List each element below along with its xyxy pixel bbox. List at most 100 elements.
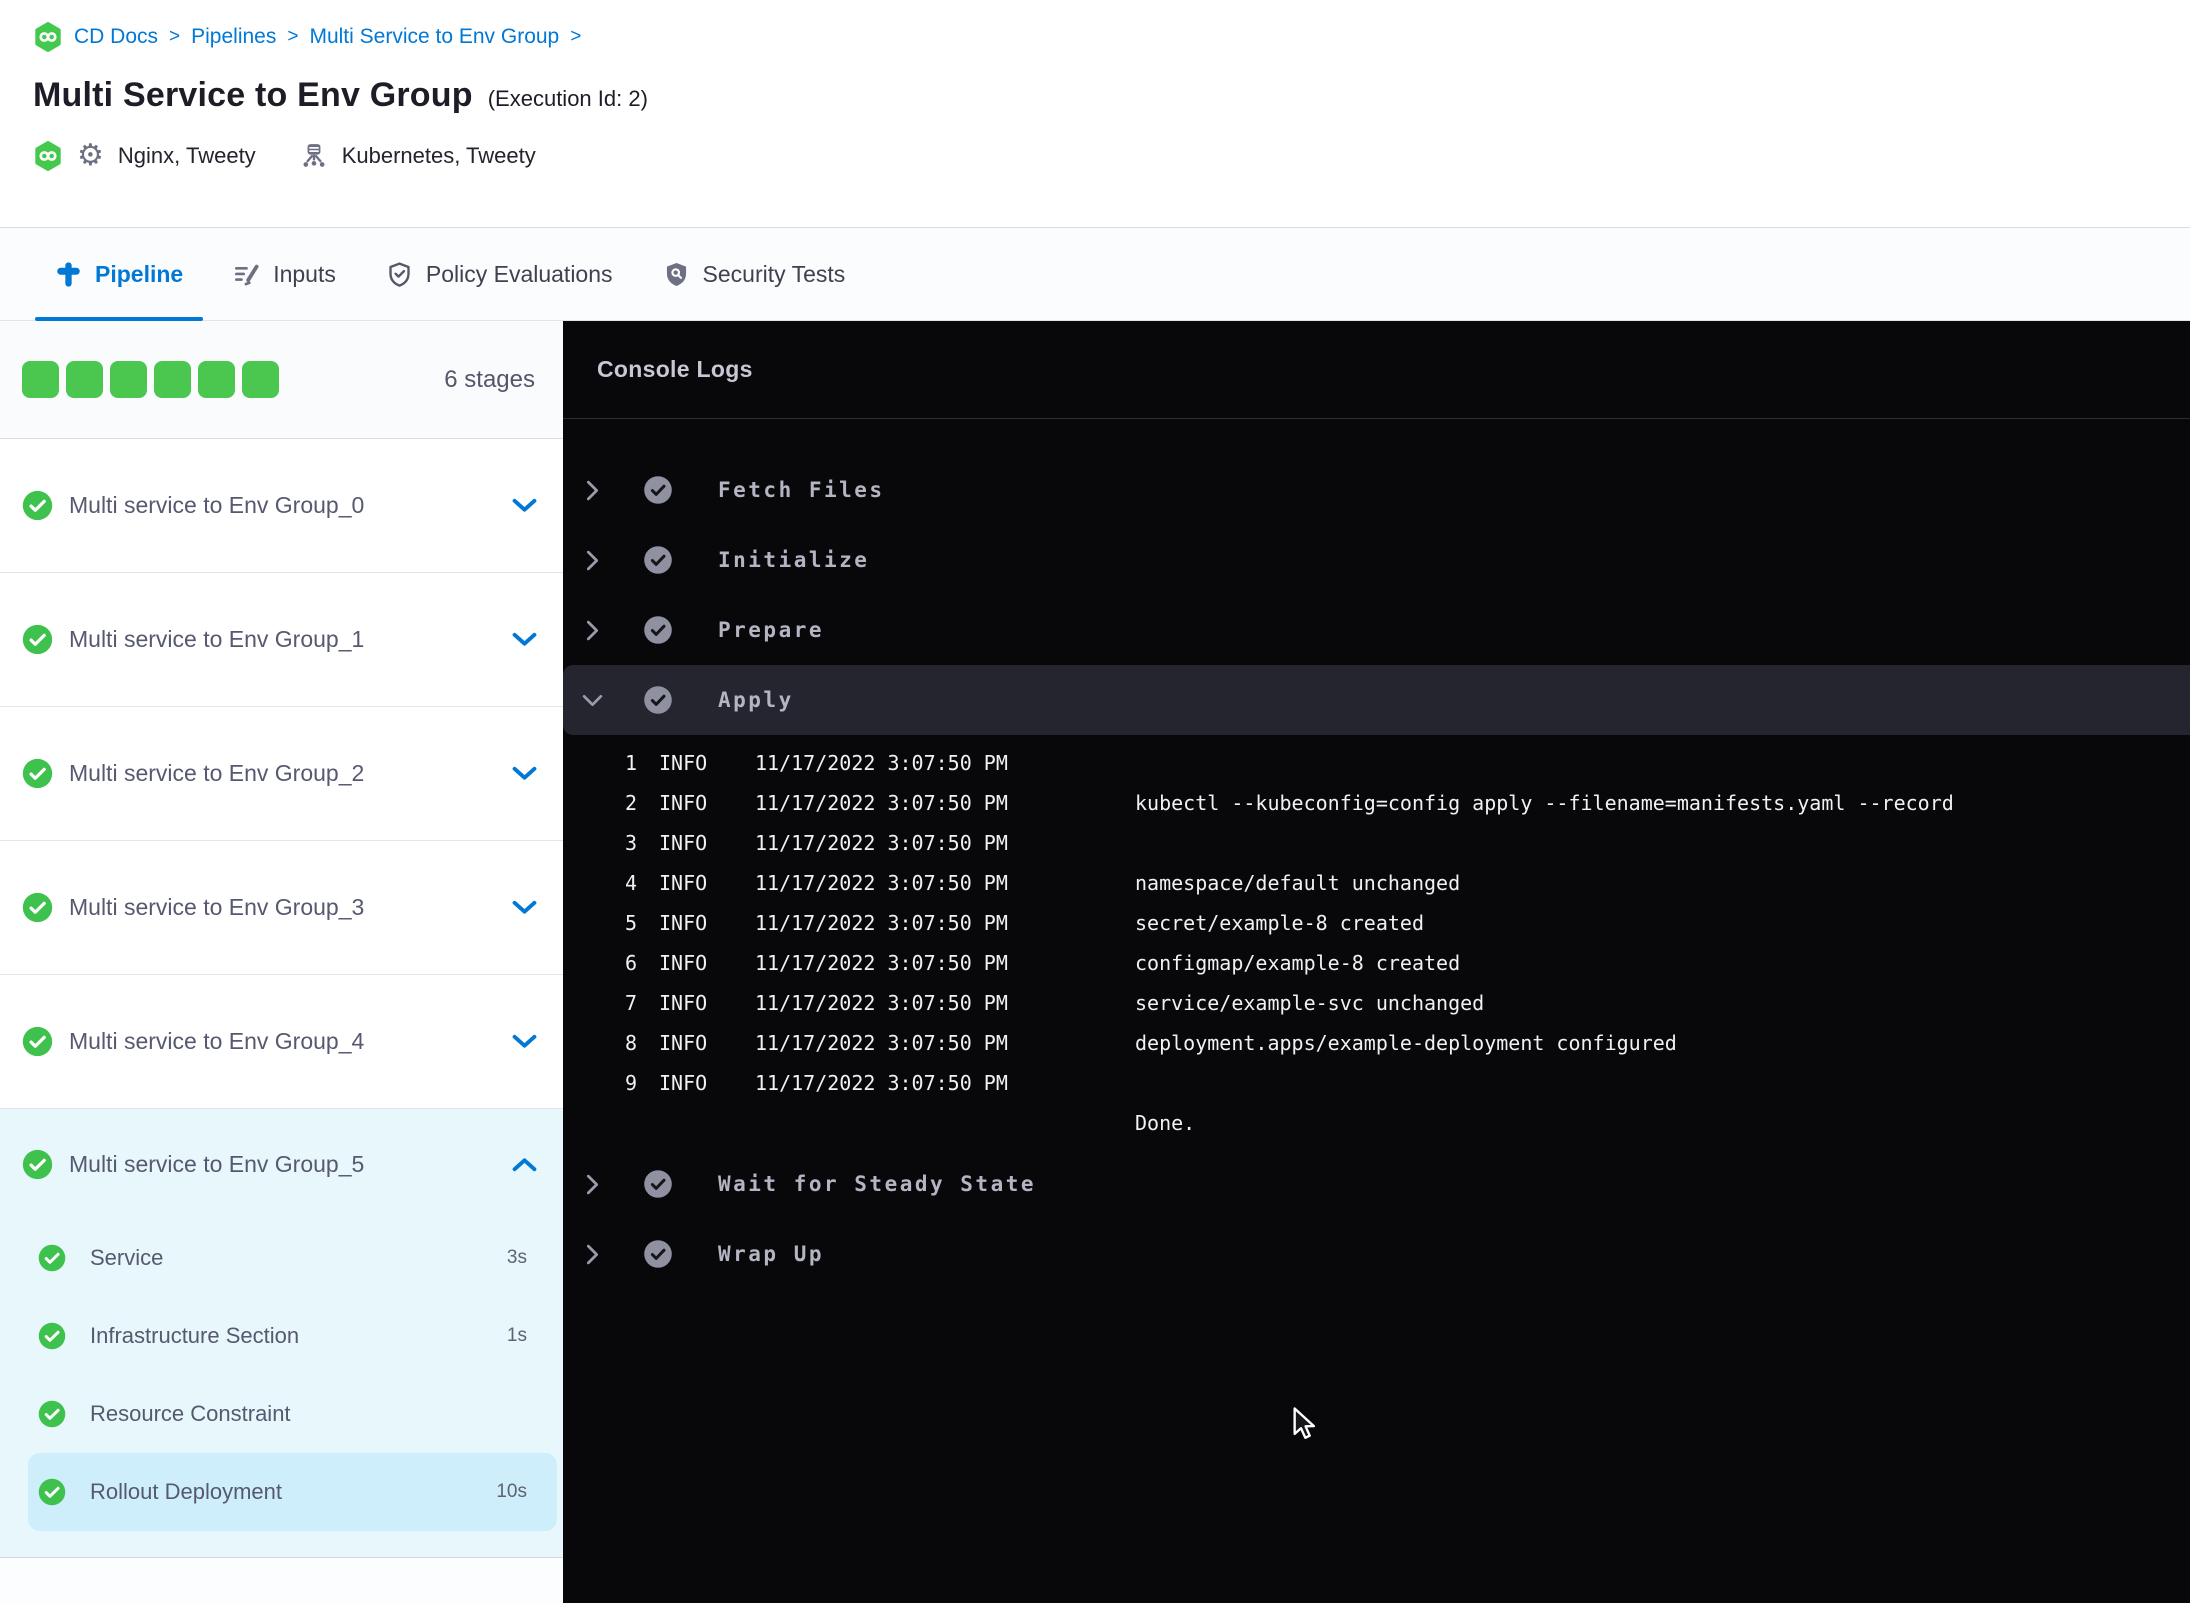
tab-policy-evaluations[interactable]: Policy Evaluations xyxy=(361,228,638,320)
environments-icon xyxy=(300,142,328,170)
log-level: INFO xyxy=(659,831,708,855)
stage-step-label: Infrastructure Section xyxy=(90,1323,300,1348)
chevron-right-icon[interactable] xyxy=(583,479,601,502)
log-timestamp: 11/17/2022 3:07:50 PM xyxy=(755,1031,1008,1055)
stage-list: Multi service to Env Group_0 Multi servi… xyxy=(0,439,563,1557)
chevron-down-icon[interactable] xyxy=(582,689,602,712)
success-check-icon xyxy=(22,624,53,655)
stage-step-infrastructure-section[interactable]: Infrastructure Section 1s xyxy=(28,1297,557,1375)
chevron-down-icon[interactable] xyxy=(512,1034,537,1049)
log-timestamp: 11/17/2022 3:07:50 PM xyxy=(755,751,1008,775)
console-step-apply[interactable]: Apply xyxy=(563,665,2190,735)
stage-count-label: 6 stages xyxy=(444,365,535,393)
console-body: Fetch Files Initialize Prepare Apply 1 I… xyxy=(563,419,2190,1289)
console-step-fetch-files[interactable]: Fetch Files xyxy=(563,455,2190,525)
page-header: CD Docs > Pipelines > Multi Service to Env G… xyxy=(0,0,2190,228)
stage-summary: 6 stages xyxy=(0,321,563,439)
console-log-line: 9 INFO 11/17/2022 3:07:50 PM xyxy=(563,1063,2190,1103)
stage-square xyxy=(22,361,59,398)
console-step-label: Wait for Steady State xyxy=(718,1172,1037,1196)
stage-row-multi-service-to-env-group-2[interactable]: Multi service to Env Group_2 xyxy=(0,707,563,841)
step-success-check-icon xyxy=(643,475,673,505)
chevron-right-icon[interactable] xyxy=(583,1173,601,1196)
success-check-icon xyxy=(22,1026,53,1057)
stage-progress-squares xyxy=(22,361,286,398)
pipeline-icon xyxy=(55,261,82,288)
stage-step-rollout-deployment[interactable]: Rollout Deployment 10s xyxy=(28,1453,557,1531)
chevron-right-icon[interactable] xyxy=(583,619,601,642)
sidebar-footer xyxy=(0,1557,563,1603)
console-step-initialize[interactable]: Initialize xyxy=(563,525,2190,595)
tab-pipeline[interactable]: Pipeline xyxy=(30,228,208,321)
log-message: deployment.apps/example-deployment confi… xyxy=(1135,1031,1677,1055)
tab-label: Security Tests xyxy=(702,260,846,287)
log-line-number: 7 xyxy=(624,991,637,1015)
log-message: kubectl --kubeconfig=config apply --file… xyxy=(1135,791,1954,815)
console-step-wrap-up[interactable]: Wrap Up xyxy=(563,1219,2190,1289)
step-success-check-icon xyxy=(643,615,673,645)
log-line-number: 5 xyxy=(624,911,637,935)
chevron-right-icon[interactable] xyxy=(583,1243,601,1266)
log-line-number: 8 xyxy=(624,1031,637,1055)
console-step-wait-for-steady-state[interactable]: Wait for Steady State xyxy=(563,1149,2190,1219)
stage-row-multi-service-to-env-group-5[interactable]: Multi service to Env Group_5 xyxy=(0,1109,563,1219)
success-check-icon xyxy=(22,892,53,923)
stage-label: Multi service to Env Group_0 xyxy=(69,492,365,518)
chevron-up-icon[interactable] xyxy=(512,1157,537,1172)
console-log-line: 2 INFO 11/17/2022 3:07:50 PM kubectl --k… xyxy=(563,783,2190,823)
success-check-icon xyxy=(22,758,53,789)
log-line-number: 1 xyxy=(624,751,637,775)
tab-security-tests[interactable]: Security Tests xyxy=(638,228,871,320)
breadcrumb-link-multi-service-to-env-group[interactable]: Multi Service to Env Group xyxy=(309,25,559,49)
tab-label: Policy Evaluations xyxy=(425,260,613,287)
console-log-line: 4 INFO 11/17/2022 3:07:50 PM namespace/d… xyxy=(563,863,2190,903)
stage-label: Multi service to Env Group_1 xyxy=(69,626,365,652)
harness-logo-icon xyxy=(33,141,63,171)
breadcrumb-link-pipelines[interactable]: Pipelines xyxy=(191,25,276,49)
stage-row-multi-service-to-env-group-1[interactable]: Multi service to Env Group_1 xyxy=(0,573,563,707)
chevron-down-icon[interactable] xyxy=(512,766,537,781)
log-line-number: 6 xyxy=(624,951,637,975)
log-timestamp: 11/17/2022 3:07:50 PM xyxy=(755,951,1008,975)
stage-step-label: Service xyxy=(90,1245,164,1270)
stage-step-label: Resource Constraint xyxy=(90,1401,291,1426)
log-timestamp: 11/17/2022 3:07:50 PM xyxy=(755,791,1008,815)
console-log-line: Done. xyxy=(563,1103,2190,1143)
console-title: Console Logs xyxy=(597,356,753,382)
console-step-label: Prepare xyxy=(718,618,825,642)
chevron-right-icon[interactable] xyxy=(583,549,601,572)
stage-row-multi-service-to-env-group-3[interactable]: Multi service to Env Group_3 xyxy=(0,841,563,975)
log-level: INFO xyxy=(659,951,708,975)
success-check-icon xyxy=(38,1400,66,1428)
stage-row-multi-service-to-env-group-4[interactable]: Multi service to Env Group_4 xyxy=(0,975,563,1109)
environments-label: Kubernetes, Tweety xyxy=(341,143,536,168)
log-level: INFO xyxy=(659,991,708,1015)
chevron-down-icon[interactable] xyxy=(512,900,537,915)
breadcrumb-separator: > xyxy=(169,26,181,47)
stage-step-service[interactable]: Service 3s xyxy=(28,1219,557,1297)
harness-logo-icon xyxy=(33,22,63,52)
tab-inputs[interactable]: Inputs xyxy=(208,228,361,320)
stage-row-multi-service-to-env-group-0[interactable]: Multi service to Env Group_0 xyxy=(0,439,563,573)
stage-step-duration: 1s xyxy=(506,1325,527,1346)
stage-step-resource-constraint[interactable]: Resource Constraint xyxy=(28,1375,557,1453)
stages-sidebar: 6 stages Multi service to Env Group_0 Mu… xyxy=(0,321,563,1603)
chevron-down-icon[interactable] xyxy=(512,632,537,647)
stage-label: Multi service to Env Group_2 xyxy=(69,760,365,786)
console-log-line: 5 INFO 11/17/2022 3:07:50 PM secret/exam… xyxy=(563,903,2190,943)
stage-square xyxy=(154,361,191,398)
stage-group-expanded: Multi service to Env Group_5 Service 3s … xyxy=(0,1109,563,1557)
console-log-block: 1 INFO 11/17/2022 3:07:50 PM 2 INFO 11/1… xyxy=(563,735,2190,1149)
breadcrumb-separator: > xyxy=(287,26,299,47)
breadcrumb-link-cd-docs[interactable]: CD Docs xyxy=(74,25,158,49)
step-success-check-icon xyxy=(643,1239,673,1269)
success-check-icon xyxy=(38,1478,66,1506)
stage-square xyxy=(110,361,147,398)
breadcrumb-separator: > xyxy=(570,26,582,47)
success-check-icon xyxy=(22,490,53,521)
log-message: configmap/example-8 created xyxy=(1135,951,1461,975)
console-step-prepare[interactable]: Prepare xyxy=(563,595,2190,665)
chevron-down-icon[interactable] xyxy=(512,498,537,513)
stage-label: Multi service to Env Group_3 xyxy=(69,894,365,920)
log-line-number: 9 xyxy=(624,1071,637,1095)
